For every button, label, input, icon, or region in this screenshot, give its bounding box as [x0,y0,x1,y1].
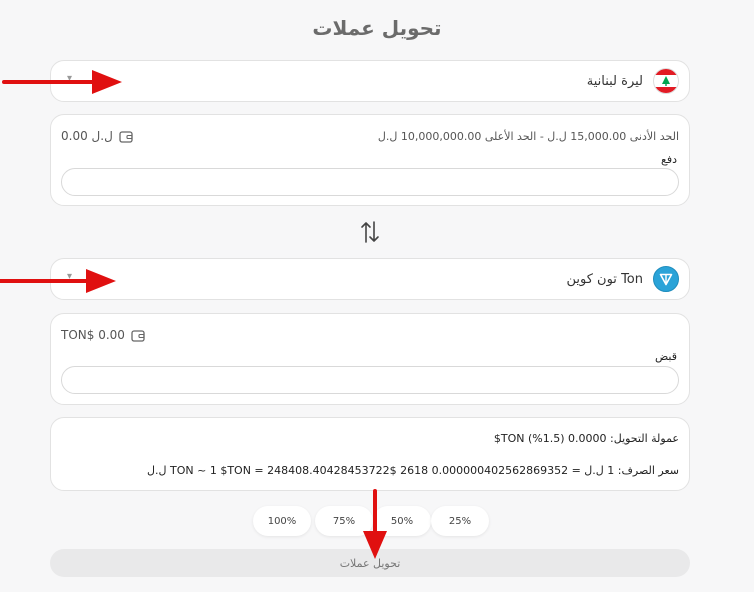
from-currency-name: ليرة لبنانية [586,73,643,89]
to-currency-name: Ton تون كوين [566,271,643,287]
conversion-info-card: عمولة التحويل: 0.0000 (1.5%) TON$ سعر ال… [50,417,690,491]
chevron-down-icon: ▾ [67,271,73,282]
swap-currencies-button[interactable] [357,219,383,245]
percent-50-button[interactable]: 50% [373,506,431,536]
wallet-icon [119,130,133,143]
from-amount-card: 0.00 ل.ل الحد الأدنى 15,000.00 ل.ل - الح… [50,114,690,206]
wallet-icon [131,329,145,342]
lebanon-flag-icon [653,68,679,94]
conversion-fee: عمولة التحويل: 0.0000 (1.5%) TON$ [493,432,679,445]
pay-amount-input[interactable] [61,168,679,196]
percent-25-button[interactable]: 25% [431,506,489,536]
swap-arrows-icon [361,221,379,243]
percent-100-button[interactable]: 100% [253,506,311,536]
ton-coin-icon [653,266,679,292]
receive-amount-input[interactable] [61,366,679,394]
receive-label: قبض [654,350,677,363]
to-amount-card: TON$ 0.00 قبض [50,313,690,405]
to-balance: TON$ 0.00 [61,328,145,342]
amount-limits: الحد الأدنى 15,000.00 ل.ل - الحد الأعلى … [377,130,679,143]
pay-label: دفع [660,153,677,166]
percent-75-button[interactable]: 75% [315,506,373,536]
from-currency-select[interactable]: ليرة لبنانية ▾ [50,60,690,102]
to-currency-select[interactable]: Ton تون كوين ▾ [50,258,690,300]
chevron-down-icon: ▾ [67,73,73,84]
convert-submit-button[interactable]: تحويل عملات [50,549,690,577]
from-balance: 0.00 ل.ل [61,129,133,143]
exchange-rate: سعر الصرف: 1 ل.ل = 0.000000402562869352 … [147,464,679,477]
page-title: تحويل عملات [312,16,442,40]
